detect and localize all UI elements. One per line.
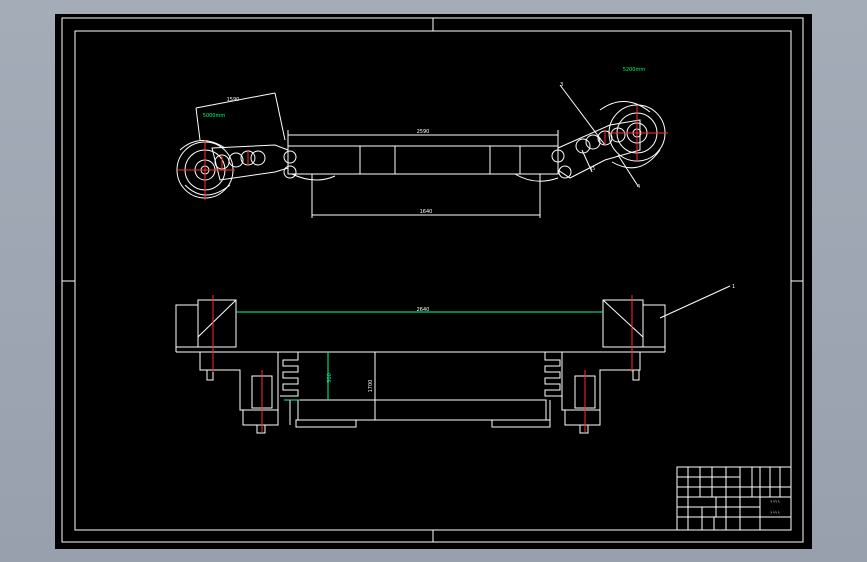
drawing-sheet	[55, 14, 812, 549]
drawing-number: ᛋᛋᛋᛋ	[770, 510, 780, 515]
callout-4: 4	[637, 184, 640, 190]
callout-1: 1	[732, 284, 735, 290]
callout-3: 3	[560, 82, 563, 88]
dim-left-angle: 1590	[227, 97, 240, 103]
dim-span-front: 2640	[417, 307, 430, 313]
dim-gap-front: 1700	[368, 380, 374, 393]
label-left-green: 5000mm	[203, 113, 226, 119]
dim-span-top: 2590	[417, 129, 430, 135]
dim-arm: 25	[590, 166, 596, 171]
dim-height-front: 300	[327, 373, 333, 383]
cad-viewport: 2590 1640 1590 5000mm 5200mm 3 4 25 2640…	[55, 14, 812, 549]
label-right-green: 5200mm	[623, 67, 646, 73]
dim-bottom-top: 1640	[420, 209, 433, 215]
drawing-title: ᛋᛋᛋᛋ	[770, 499, 780, 504]
